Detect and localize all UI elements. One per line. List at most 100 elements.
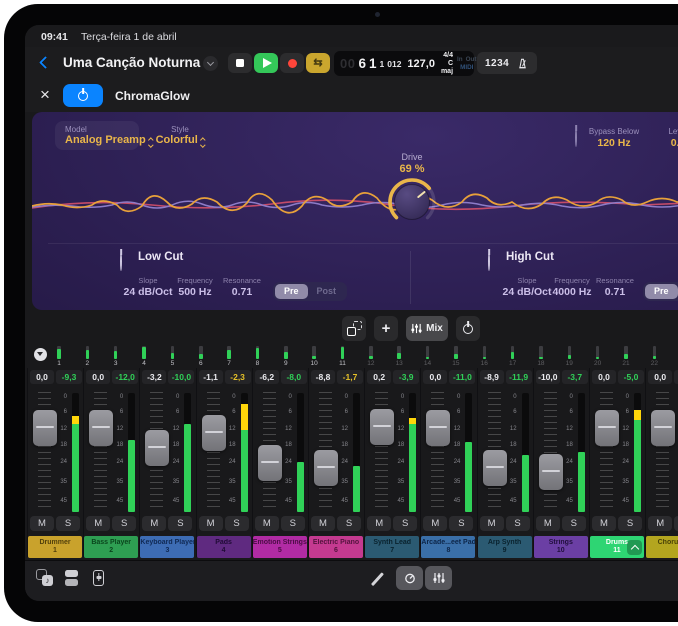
peak-value[interactable]: -5,0 [618, 370, 644, 384]
fader-handle[interactable] [483, 450, 507, 486]
track-name-label[interactable]: Arp Synth9 [478, 536, 532, 558]
solo-button[interactable]: S [337, 516, 361, 531]
volume-value[interactable]: 0,0 [86, 370, 110, 384]
fader-handle[interactable] [145, 430, 169, 466]
low-cut-power-icon[interactable] [120, 253, 122, 271]
peak-value[interactable]: -3,9 [393, 370, 419, 384]
channel-strip[interactable]: -1,1-2,3061218243545MSPads4 [197, 368, 253, 557]
solo-button[interactable]: S [562, 516, 586, 531]
channel-strip[interactable]: 0,0-9,3061218243545MSDrummer1 [28, 368, 84, 557]
low-cut-resonance-value[interactable]: 0.71 [207, 286, 277, 298]
peak-value[interactable]: -8,0 [281, 370, 307, 384]
count-in-button[interactable]: 1234 [485, 58, 509, 69]
drive-knob[interactable] [386, 176, 438, 228]
volume-value[interactable]: -8,9 [480, 370, 504, 384]
mute-button[interactable]: M [30, 516, 54, 531]
mute-button[interactable]: M [536, 516, 560, 531]
overview-track[interactable]: 17 [503, 346, 523, 369]
play-button[interactable] [254, 53, 278, 73]
overview-track[interactable]: 18 [531, 346, 551, 369]
overview-track[interactable]: 2 [77, 346, 97, 369]
track-name-label[interactable]: Electric Piano6 [309, 536, 363, 558]
peak-value[interactable]: -11,0 [449, 370, 475, 384]
cycle-button[interactable]: ⇆ [306, 53, 330, 73]
knob-view-button[interactable] [396, 566, 423, 590]
track-name-label[interactable]: Pads4 [197, 536, 251, 558]
peak-value[interactable]: -12,0 [112, 370, 138, 384]
mixer-power-button[interactable] [456, 316, 480, 341]
fader-handle[interactable] [258, 445, 282, 481]
mute-button[interactable]: M [311, 516, 335, 531]
peak-value[interactable]: -1,7 [337, 370, 363, 384]
overview-track[interactable]: 1 [49, 346, 69, 369]
pencil-icon[interactable] [371, 572, 384, 586]
track-name-label[interactable]: Drummer1 [28, 536, 82, 558]
mute-button[interactable]: M [423, 516, 447, 531]
overview-track[interactable]: 22 [644, 346, 664, 369]
mix-toggle-button[interactable]: Mix [406, 316, 448, 341]
track-name-label[interactable]: Strings10 [534, 536, 588, 558]
fader-handle[interactable] [314, 450, 338, 486]
loop-browser-icon[interactable]: ♪ [36, 569, 53, 586]
peak-value[interactable] [674, 370, 678, 384]
track-name-label[interactable]: Drums11 [590, 536, 644, 558]
channel-strip[interactable]: -3,2-10,0061218243545MSKeyboard Player3 [140, 368, 196, 557]
peak-value[interactable]: -2,3 [225, 370, 251, 384]
channel-strip[interactable]: 0,0-12,0061218243545MSBass Player2 [84, 368, 140, 557]
channel-strip[interactable]: -8,8-1,7061218243545MSElectric Piano6 [309, 368, 365, 557]
style-value[interactable]: Colorful [145, 134, 215, 147]
overview-track[interactable]: 20 [588, 346, 608, 369]
track-name-label[interactable]: Keyboard Player3 [140, 536, 194, 558]
plugin-power-button[interactable] [63, 84, 103, 107]
mute-button[interactable]: M [480, 516, 504, 531]
lcd-display[interactable]: 00 6 1 1 012 127,0 4/4 C maj In Out MIDI [334, 51, 474, 76]
solo-button[interactable]: S [225, 516, 249, 531]
volume-value[interactable]: 0,2 [367, 370, 391, 384]
channel-strip[interactable]: -8,9-11,9061218243545MSArp Synth9 [478, 368, 534, 557]
fader-view-button[interactable] [425, 566, 452, 590]
volume-value[interactable]: 0,0 [592, 370, 616, 384]
level-value[interactable]: 0.0 [648, 137, 678, 149]
collapse-button[interactable] [627, 540, 642, 555]
fader-handle[interactable] [33, 410, 57, 446]
solo-button[interactable]: S [674, 516, 678, 531]
song-menu-button[interactable] [203, 56, 218, 71]
overview-track[interactable]: 10 [304, 346, 324, 369]
track-name-label[interactable]: Bass Player2 [84, 536, 138, 558]
overview-track[interactable]: 4 [134, 346, 154, 369]
post-button[interactable]: Post [308, 284, 346, 299]
overview-track[interactable]: 16 [474, 346, 494, 369]
channel-strip[interactable]: -10,0-3,7061218243545MSStrings10 [534, 368, 590, 557]
fader-handle[interactable] [89, 410, 113, 446]
overview-track[interactable]: 11 [333, 346, 353, 369]
fader-handle[interactable] [539, 454, 563, 490]
overview-track[interactable]: 14 [418, 346, 438, 369]
mute-button[interactable]: M [199, 516, 223, 531]
track-name-label[interactable]: Emotion Strings5 [253, 536, 307, 558]
duplicate-button[interactable] [342, 316, 366, 341]
solo-button[interactable]: S [281, 516, 305, 531]
overview-track[interactable]: 3 [106, 346, 126, 369]
mute-button[interactable]: M [255, 516, 279, 531]
overview-track[interactable]: 15 [446, 346, 466, 369]
solo-button[interactable]: S [618, 516, 642, 531]
overview-track[interactable]: 7 [219, 346, 239, 369]
channel-strip[interactable]: 0,0-11,0061218243545MSArcade...eet Pad8 [421, 368, 477, 557]
peak-value[interactable]: -11,9 [506, 370, 532, 384]
channel-strip[interactable]: 0,0-5,0061218243545MSDrums11 [590, 368, 646, 557]
volume-value[interactable]: 0,0 [30, 370, 54, 384]
close-icon[interactable]: × [40, 84, 50, 106]
channel-strip[interactable]: -6,2-8,0061218243545MSEmotion Strings5 [253, 368, 309, 557]
channel-strip[interactable]: 0,2-3,9061218243545MSSynth Lead7 [365, 368, 421, 557]
volume-value[interactable]: 0,0 [648, 370, 672, 384]
mute-button[interactable]: M [367, 516, 391, 531]
mute-button[interactable]: M [592, 516, 616, 531]
volume-value[interactable]: -3,2 [142, 370, 166, 384]
solo-button[interactable]: S [506, 516, 530, 531]
track-name-label[interactable]: Synth Lead7 [365, 536, 419, 558]
volume-value[interactable]: -1,1 [199, 370, 223, 384]
mute-button[interactable]: M [142, 516, 166, 531]
overview-track[interactable]: 12 [361, 346, 381, 369]
pre-button[interactable]: Pre [275, 284, 308, 299]
fader-handle[interactable] [595, 410, 619, 446]
